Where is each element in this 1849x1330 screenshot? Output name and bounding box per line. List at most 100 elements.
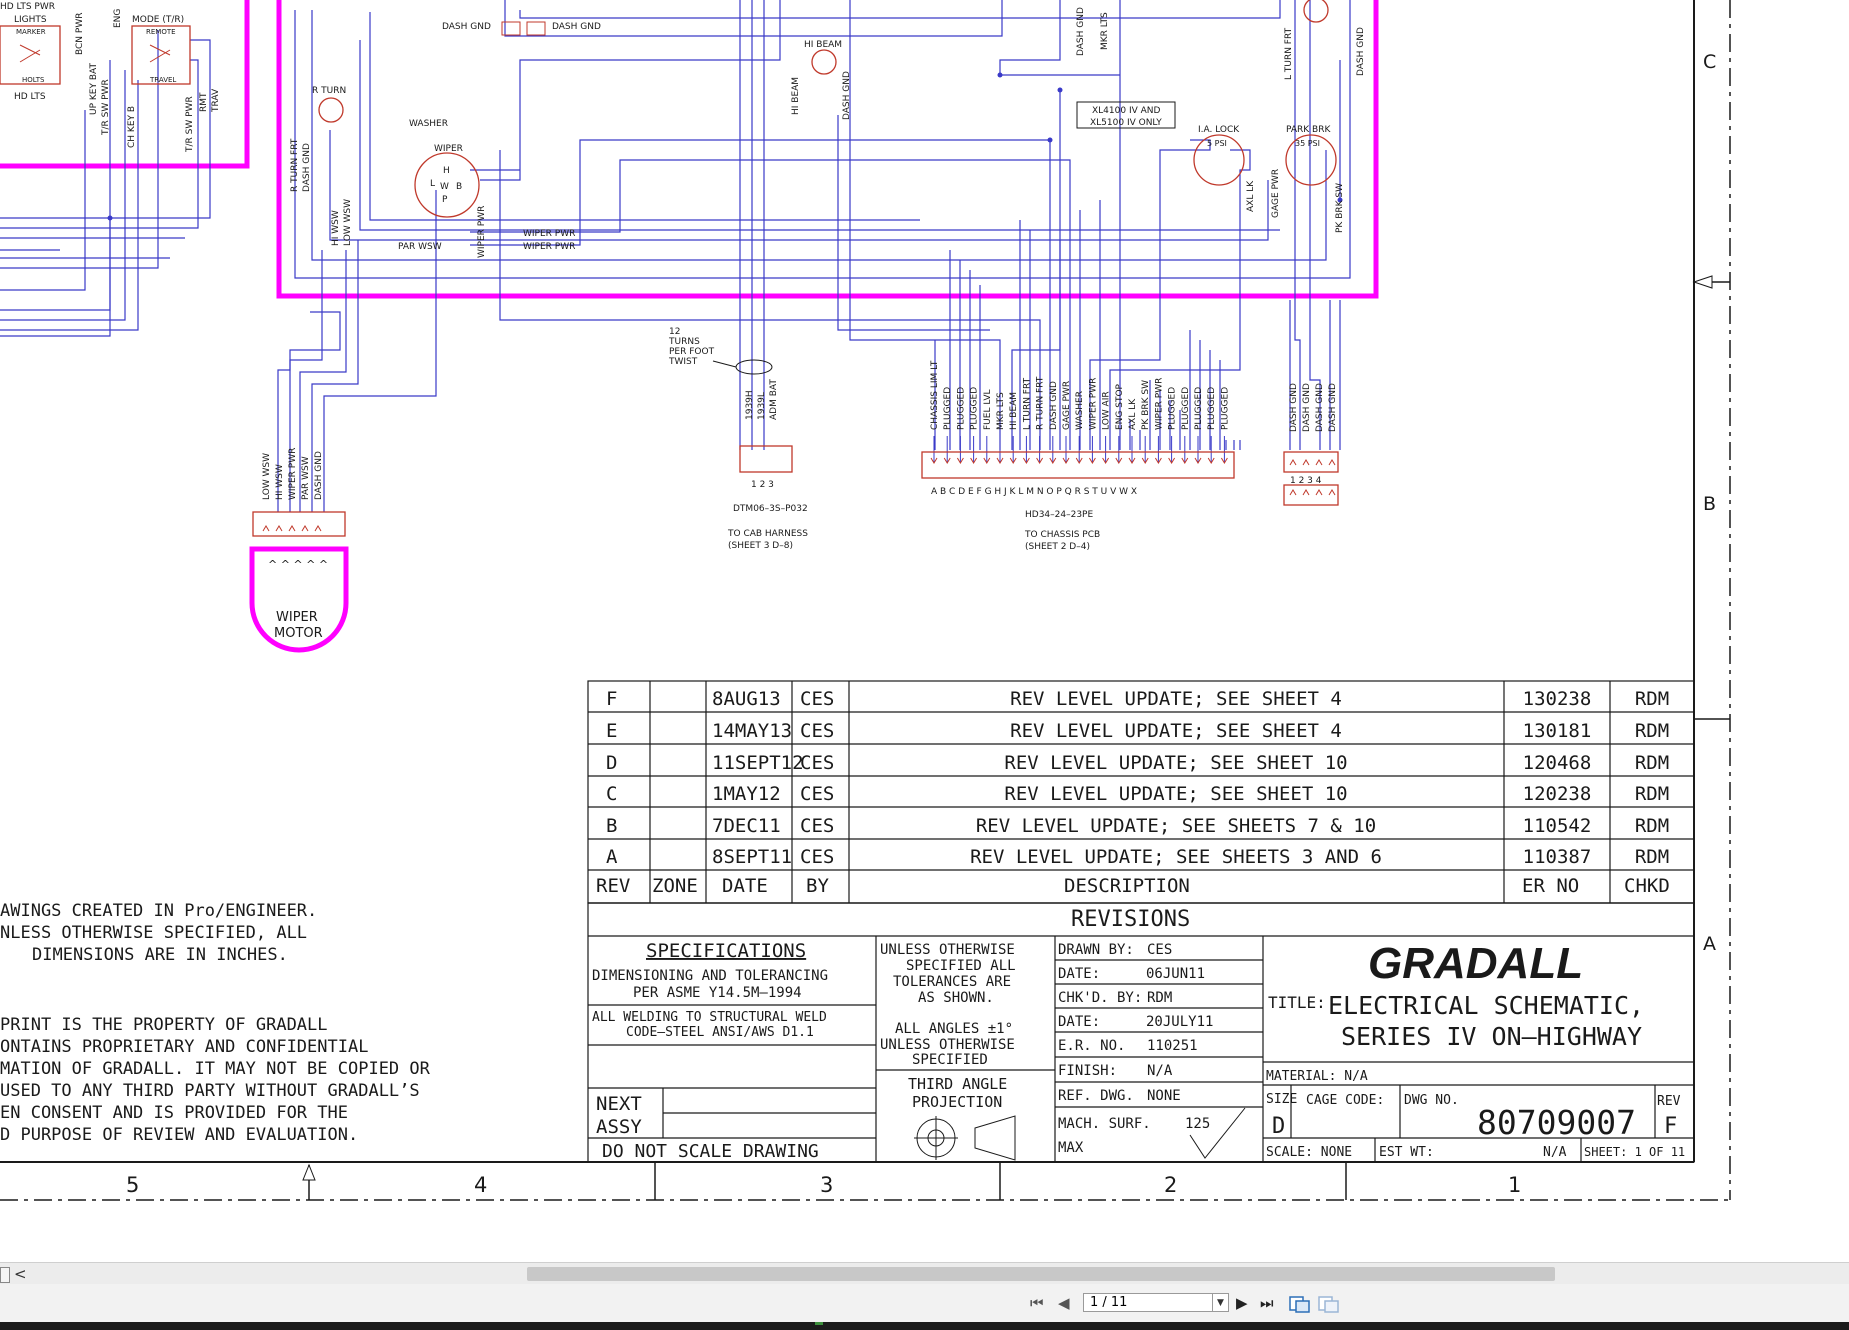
rev-cell-rev: B <box>606 815 617 837</box>
svg-text:110251: 110251 <box>1147 1038 1198 1054</box>
svg-text:TRAVEL: TRAVEL <box>149 76 176 84</box>
hd-wire-label: L TURN FRT <box>1022 377 1032 430</box>
svg-text:A B C D E F G H J K L M N O P: A B C D E F G H J K L M N O P Q R S T U … <box>931 487 1137 497</box>
svg-text:HD LTS: HD LTS <box>14 92 46 102</box>
hd-wire-label: ENG STOP <box>1115 383 1125 430</box>
hd-wire-label: HI BEAM <box>1009 392 1019 430</box>
fit-page-icon[interactable] <box>1289 1294 1311 1314</box>
svg-text:D: D <box>1272 1114 1285 1139</box>
motor-wire-label: HI WSW <box>275 464 285 500</box>
svg-text:HD34–24–23PE: HD34–24–23PE <box>1025 510 1093 520</box>
first-page-icon[interactable]: ⏮ <box>1030 1294 1044 1312</box>
document-viewport[interactable]: C B A 5 4 3 2 1 HD LTS PWR LIGHTS MARKER… <box>0 0 1849 1262</box>
svg-text:ELECTRICAL SCHEMATIC,: ELECTRICAL SCHEMATIC, <box>1328 991 1644 1020</box>
hd-wire-label: PLUGGED <box>1181 387 1191 430</box>
svg-text:ALL ANGLES ±1°: ALL ANGLES ±1° <box>895 1021 1013 1037</box>
rev-cell-by: CES <box>800 688 834 710</box>
svg-text:SHEET: 1 OF 11: SHEET: 1 OF 11 <box>1584 1145 1685 1159</box>
svg-text:F: F <box>1664 1114 1677 1139</box>
scroll-thumb[interactable] <box>527 1267 1555 1281</box>
svg-text:DIMENSIONING AND TOLERANCING: DIMENSIONING AND TOLERANCING <box>592 968 828 984</box>
svg-text:PER ASME Y14.5M–1994: PER ASME Y14.5M–1994 <box>633 985 802 1001</box>
fit-width-icon[interactable] <box>1318 1294 1340 1314</box>
xl-note-1: XL4100 IV AND <box>1092 106 1161 116</box>
svg-text:MATION OF GRADALL. IT MAY NOT: MATION OF GRADALL. IT MAY NOT BE COPIED … <box>0 1059 431 1079</box>
svg-text:SIZE: SIZE <box>1266 1092 1297 1107</box>
svg-text:E.R. NO.: E.R. NO. <box>1058 1038 1125 1054</box>
svg-text:TO CAB HARNESS: TO CAB HARNESS <box>727 529 808 539</box>
twist-note: 12 TURNS PER FOOT TWIST <box>668 327 773 375</box>
svg-text:(SHEET 3 D–8): (SHEET 3 D–8) <box>728 541 793 551</box>
svg-text:^ ^ ^ ^ ^: ^ ^ ^ ^ ^ <box>268 558 328 571</box>
label-eng: ENG <box>113 9 123 28</box>
label-dash-gnd-side: DASH GND <box>302 143 312 192</box>
rev-cell-chkd: RDM <box>1635 846 1669 868</box>
svg-text:RDM: RDM <box>1147 990 1172 1006</box>
svg-text:DIMENSIONS ARE IN INCHES.: DIMENSIONS ARE IN INCHES. <box>32 945 288 965</box>
next-page-icon[interactable]: ▶ <box>1236 1294 1248 1312</box>
svg-text:REV: REV <box>596 875 630 897</box>
rev-cell-date: 8SEPT11 <box>712 846 792 868</box>
label-wiper-pwr-b: WIPER PWR <box>523 242 575 252</box>
svg-text:1939H: 1939H <box>745 390 755 420</box>
rev-cell-er: 120238 <box>1523 783 1592 805</box>
schematic-sheet: C B A 5 4 3 2 1 HD LTS PWR LIGHTS MARKER… <box>0 0 1731 1201</box>
label-dash-gnd-a: DASH GND <box>442 22 491 32</box>
svg-text:L: L <box>430 179 435 189</box>
label-dash-gnd-top: DASH GND <box>1076 7 1086 56</box>
zone-col-5: 5 <box>126 1173 139 1197</box>
svg-text:DWG NO.: DWG NO. <box>1404 1093 1459 1108</box>
svg-text:CAGE CODE:: CAGE CODE: <box>1306 1093 1384 1108</box>
hd-wire-label: R TURN FRT <box>1036 376 1046 430</box>
svg-text:20JULY11: 20JULY11 <box>1146 1014 1213 1030</box>
hd-wire-label: CHASSIS LIM LT <box>930 360 940 430</box>
last-page-icon[interactable]: ⏭ <box>1260 1294 1274 1312</box>
label-hi-wsw: HI WSW <box>331 210 341 246</box>
svg-text:WIPER: WIPER <box>276 610 318 625</box>
scroll-left-arrow-icon[interactable]: < <box>14 1265 27 1283</box>
hd-wire-label: MKR LTS <box>996 392 1006 430</box>
svg-text:SCALE: NONE: SCALE: NONE <box>1266 1145 1352 1160</box>
horizontal-scrollbar[interactable]: < <box>0 1262 1849 1285</box>
wiper-motor-connector: LOW WSW HI WSW WIPER PWR PAR WSW DASH GND ^ … <box>252 448 346 641</box>
svg-text:EN CONSENT AND IS PROVIDED FOR: EN CONSENT AND IS PROVIDED FOR THE <box>0 1103 348 1123</box>
prev-page-icon[interactable]: ◀ <box>1058 1294 1070 1312</box>
rev-cell-date: 1MAY12 <box>712 783 781 805</box>
right-wire-label: DASH GND <box>1315 383 1325 432</box>
zone-label-c: C <box>1703 51 1716 73</box>
hi-beam-lamp <box>811 49 837 75</box>
svg-text:TURNS: TURNS <box>668 337 700 347</box>
rev-cell-chkd: RDM <box>1635 752 1669 774</box>
svg-text:REMOTE: REMOTE <box>146 28 176 36</box>
chevron-down-icon[interactable]: ▼ <box>1213 1293 1229 1312</box>
svg-text:UNLESS OTHERWISE: UNLESS OTHERWISE <box>880 942 1015 958</box>
label-tr-sw-pwr: T/R SW PWR <box>101 79 111 136</box>
label-pk-brk-sw: PK BRK SW <box>1335 183 1345 233</box>
revision-header: REV ZONE DATE BY DESCRIPTION ER NO CHKD <box>596 875 1670 897</box>
rev-cell-rev: A <box>606 846 618 868</box>
zone-col-2: 2 <box>1164 1173 1177 1197</box>
svg-text:DRAWN BY:: DRAWN BY: <box>1058 942 1134 958</box>
svg-text:MATERIAL: N/A: MATERIAL: N/A <box>1266 1069 1368 1084</box>
svg-text:ASSY: ASSY <box>596 1116 642 1138</box>
svg-text:5 PSI: 5 PSI <box>1207 139 1227 148</box>
zone-label-b: B <box>1703 493 1716 515</box>
rev-cell-chkd: RDM <box>1635 783 1669 805</box>
svg-text:35 PSI: 35 PSI <box>1295 139 1320 148</box>
rev-cell-date: 11SEPT12 <box>712 752 804 774</box>
scroll-stub <box>0 1267 10 1283</box>
svg-text:CODE–STEEL ANSI/AWS D1.1: CODE–STEEL ANSI/AWS D1.1 <box>626 1025 814 1040</box>
svg-text:SPECIFICATIONS: SPECIFICATIONS <box>646 940 806 962</box>
zone-col-4: 4 <box>474 1173 487 1197</box>
hd-wire-label: PLUGGED <box>970 387 980 430</box>
svg-text:DATE:: DATE: <box>1058 966 1100 982</box>
svg-text:NONE: NONE <box>1147 1088 1181 1104</box>
label-axl-lk: AXL LK <box>1246 180 1256 212</box>
rev-cell-er: 110542 <box>1523 815 1592 837</box>
svg-text:UNLESS OTHERWISE: UNLESS OTHERWISE <box>880 1037 1015 1053</box>
right-wire-label: DASH GND <box>1289 383 1299 432</box>
svg-text:AWINGS CREATED IN Pro/ENGINEER: AWINGS CREATED IN Pro/ENGINEER. <box>0 901 317 921</box>
rev-cell-er: 120468 <box>1523 752 1592 774</box>
label-low-wsw: LOW WSW <box>343 199 353 246</box>
page-number-input[interactable] <box>1083 1293 1213 1312</box>
